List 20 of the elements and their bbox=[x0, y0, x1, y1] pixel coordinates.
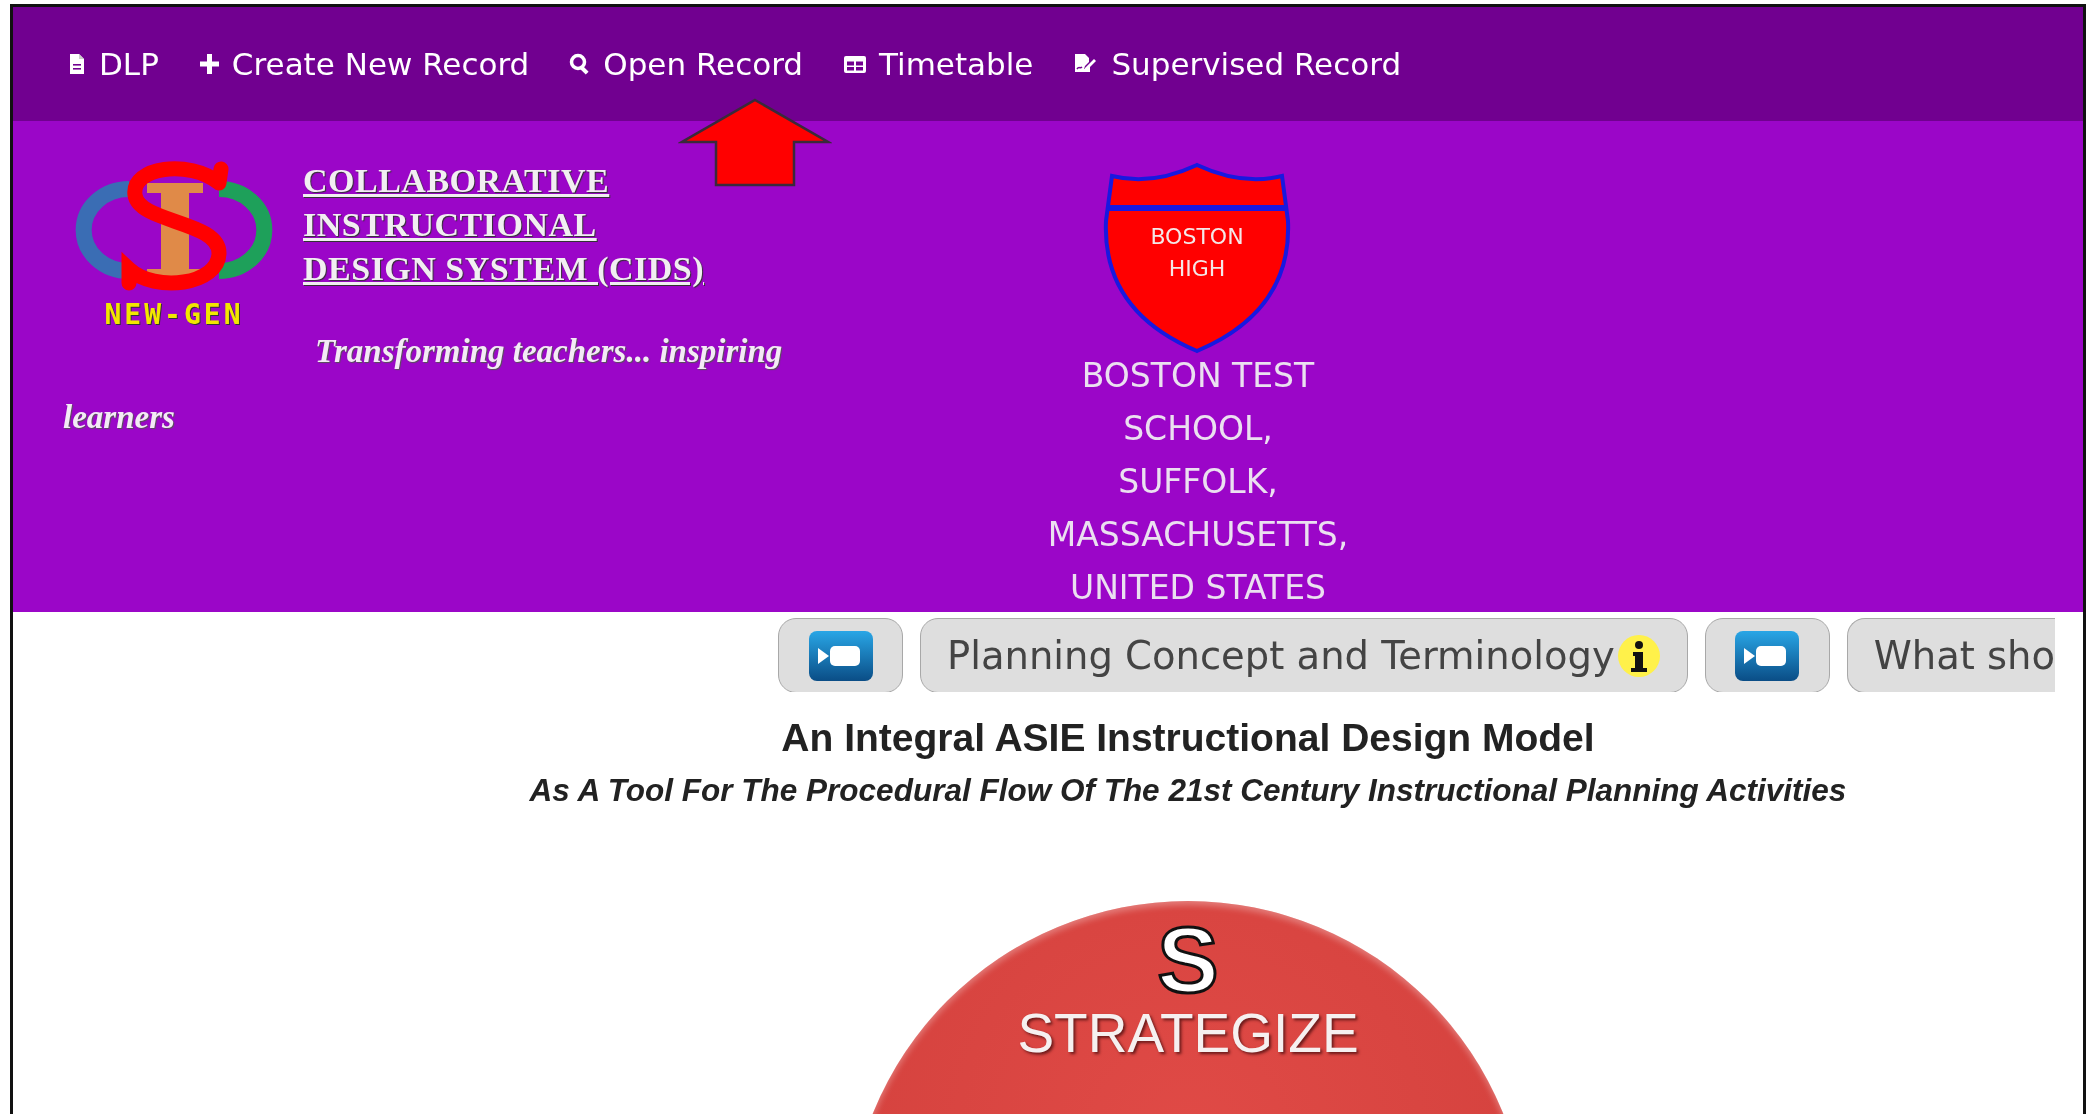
video-button[interactable] bbox=[778, 618, 903, 692]
school-address: BOSTON TEST SCHOOL, SUFFOLK, MASSACHUSETTS, UNITED STATES bbox=[1047, 355, 1349, 609]
video-button[interactable] bbox=[1704, 618, 1830, 692]
nav-link[interactable]: DLP bbox=[47, 46, 179, 82]
document-icon bbox=[67, 53, 87, 75]
model-subtitle: As A Tool For The Procedural Flow Of The 21st Century Instructional Planning Activities bbox=[529, 772, 1847, 809]
nav-link[interactable]: Supervised Record bbox=[1053, 46, 1422, 82]
topic-button[interactable]: Planning Concept and Terminology bbox=[920, 618, 1688, 692]
nav-link[interactable]: Timetable bbox=[823, 46, 1054, 82]
tagline: Transforming teachers... inspiring learners bbox=[63, 332, 784, 437]
video-camera-icon bbox=[807, 629, 874, 682]
logo-caption: NEW-GEN bbox=[104, 298, 244, 332]
system-title-link[interactable]: COLLABORATIVE INSTRUCTIONAL DESIGN SYSTEM (CIDS) bbox=[303, 159, 705, 291]
nav-link[interactable]: Open Record bbox=[549, 46, 824, 82]
topic-button[interactable]: What sho bbox=[1846, 618, 2056, 692]
video-camera-icon bbox=[1734, 629, 1801, 682]
table-icon bbox=[843, 53, 868, 75]
model-title: An Integral ASIE Instructional Design Model bbox=[781, 716, 1595, 760]
plus-icon bbox=[198, 53, 220, 75]
nav-link[interactable]: Create New Record bbox=[178, 46, 550, 82]
